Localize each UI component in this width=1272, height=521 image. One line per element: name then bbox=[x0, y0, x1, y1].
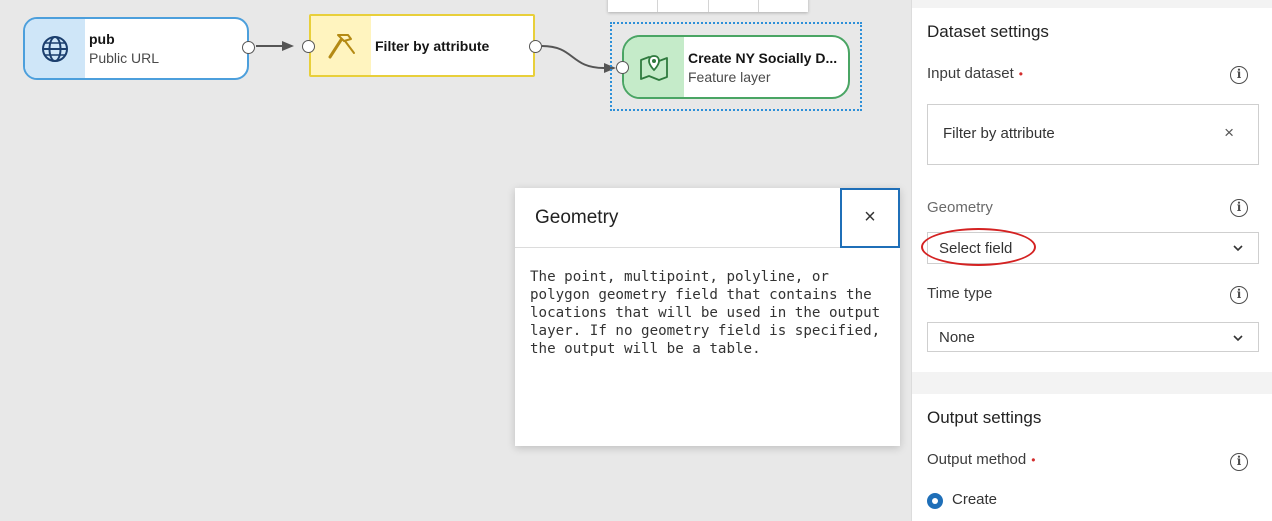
output-port[interactable] bbox=[242, 41, 255, 54]
globe-icon bbox=[25, 19, 85, 78]
input-port[interactable] bbox=[302, 40, 315, 53]
geometry-help-popover: Geometry × The point, multipoint, polyli… bbox=[515, 187, 900, 446]
section-title: Dataset settings bbox=[927, 22, 1049, 41]
tool-node-filter[interactable]: Filter by attribute bbox=[309, 14, 535, 77]
output-method-label: Output method • bbox=[927, 451, 1036, 468]
create-radio-label: Create bbox=[952, 491, 998, 508]
close-button[interactable]: × bbox=[840, 187, 900, 248]
output-port[interactable] bbox=[529, 40, 542, 53]
info-icon[interactable]: i bbox=[1230, 453, 1248, 471]
node-title: Filter by attribute bbox=[375, 37, 490, 54]
node-subtitle: Feature layer bbox=[688, 68, 771, 85]
required-indicator: • bbox=[1031, 453, 1036, 467]
node-title: Create NY Socially D... bbox=[688, 49, 838, 66]
input-dataset-label: Input dataset • bbox=[927, 65, 1023, 82]
hammer-icon bbox=[311, 16, 371, 75]
chevron-down-icon bbox=[1233, 335, 1243, 342]
info-icon[interactable]: i bbox=[1230, 66, 1248, 84]
input-dataset-field[interactable]: Filter by attribute × bbox=[927, 104, 1259, 165]
output-settings-card: Output settings Output method • i Create bbox=[912, 394, 1272, 521]
required-indicator: • bbox=[1018, 67, 1023, 81]
popover-body: The point, multipoint, polyline, or poly… bbox=[530, 269, 881, 357]
geometry-select-value: Select field bbox=[939, 240, 1013, 257]
time-type-select[interactable]: None bbox=[927, 322, 1259, 352]
clear-icon[interactable]: × bbox=[1224, 123, 1234, 143]
info-icon[interactable]: i bbox=[1230, 286, 1248, 304]
time-type-select-value: None bbox=[939, 329, 975, 346]
node-subtitle: Public URL bbox=[89, 50, 160, 66]
node-toolbar[interactable] bbox=[608, 0, 808, 12]
map-icon bbox=[624, 37, 684, 97]
dataset-settings-card: Dataset settings Input dataset • i Filter… bbox=[912, 8, 1272, 372]
source-node-pub[interactable]: pub Public URL bbox=[23, 17, 249, 80]
model-canvas[interactable]: pub Public URL Filter by attribute Creat… bbox=[0, 0, 911, 521]
output-node-feature-layer[interactable]: Create NY Socially D... Feature layer bbox=[622, 35, 850, 99]
info-icon[interactable]: i bbox=[1230, 199, 1248, 217]
geometry-label: Geometry bbox=[927, 199, 993, 216]
settings-panel: Dataset settings Input dataset • i Filter… bbox=[911, 0, 1272, 521]
section-title: Output settings bbox=[927, 408, 1042, 427]
popover-title: Geometry bbox=[535, 206, 619, 228]
popover-header: Geometry × bbox=[515, 187, 900, 248]
time-type-label: Time type bbox=[927, 285, 993, 302]
geometry-select[interactable]: Select field bbox=[927, 232, 1259, 264]
node-title: pub bbox=[89, 31, 115, 47]
create-radio[interactable] bbox=[927, 493, 943, 509]
input-port[interactable] bbox=[616, 61, 629, 74]
input-dataset-value: Filter by attribute bbox=[943, 125, 1055, 142]
chevron-down-icon bbox=[1233, 245, 1243, 252]
